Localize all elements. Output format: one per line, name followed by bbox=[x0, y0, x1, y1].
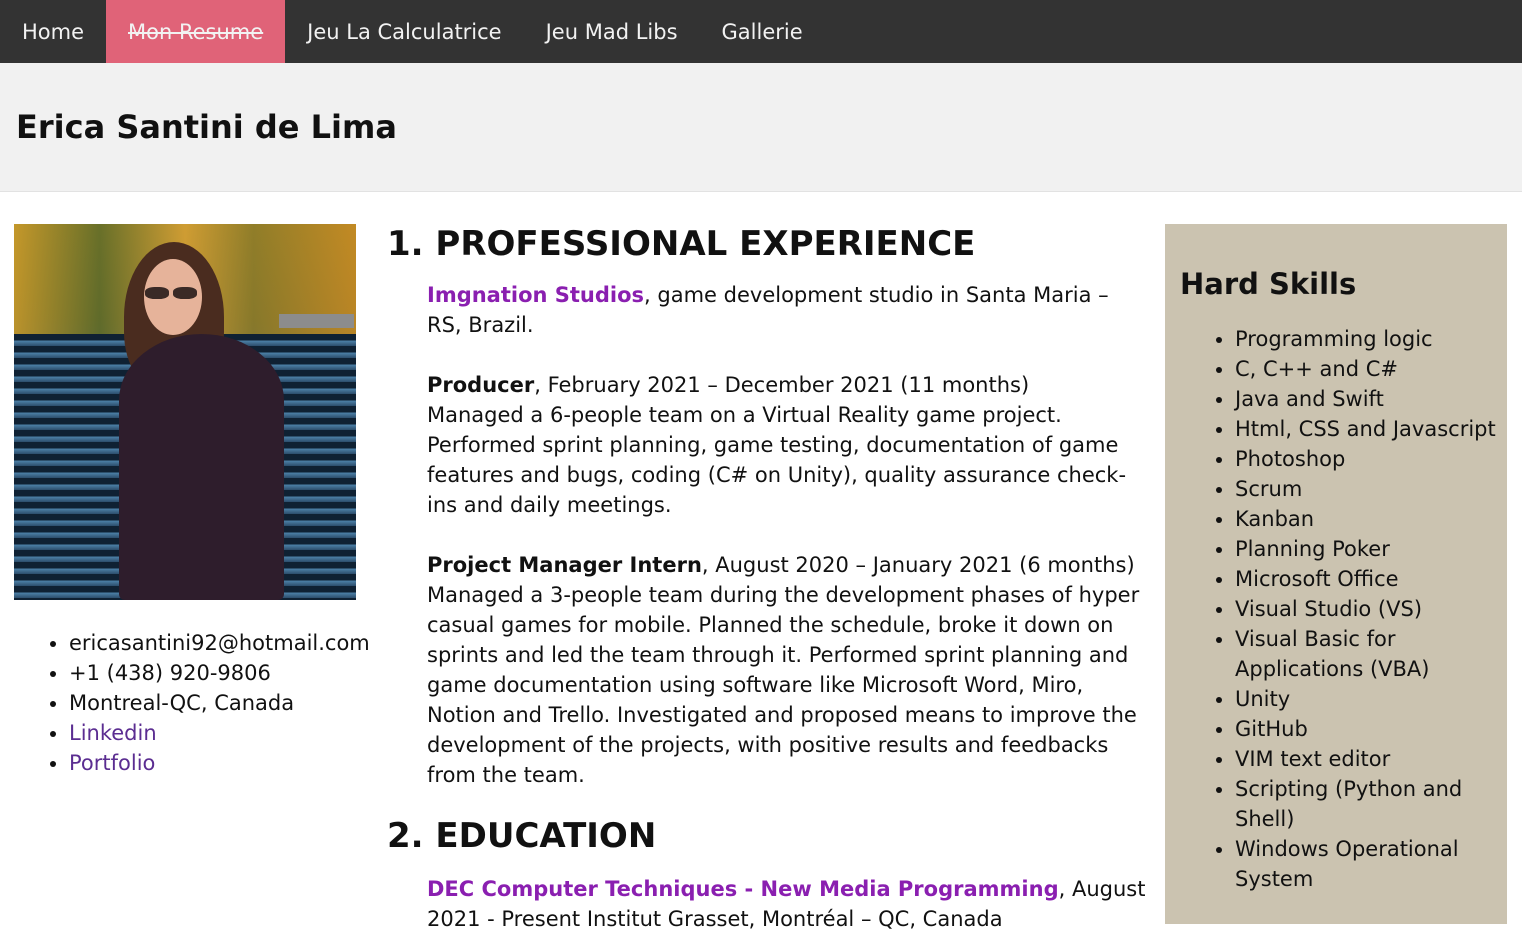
job2-title: Project Manager Intern bbox=[427, 553, 702, 577]
skill-item: Windows Operational System bbox=[1235, 834, 1505, 894]
skill-item: Planning Poker bbox=[1235, 534, 1505, 564]
page-title: Erica Santini de Lima bbox=[16, 108, 397, 146]
job2-header: Project Manager Intern, August 2020 – Ja… bbox=[427, 550, 1147, 580]
skills-list: Programming logic C, C++ and C# Java and… bbox=[1165, 324, 1505, 894]
skill-item: Programming logic bbox=[1235, 324, 1505, 354]
job1-title: Producer bbox=[427, 373, 535, 397]
job1-description: Managed a 6-people team on a Virtual Rea… bbox=[427, 403, 1127, 517]
education-line: DEC Computer Techniques - New Media Prog… bbox=[427, 874, 1147, 934]
resume-body: 1. PROFESSIONAL EXPERIENCE Imgnation Stu… bbox=[387, 222, 1147, 934]
job1-header: Producer, February 2021 – December 2021 … bbox=[427, 370, 1147, 400]
profile-photo bbox=[14, 224, 356, 600]
nav-home[interactable]: Home bbox=[0, 0, 106, 63]
skills-panel: Hard Skills Programming logic C, C++ and… bbox=[1165, 224, 1507, 924]
skill-item: Visual Studio (VS) bbox=[1235, 594, 1505, 624]
skill-item: GitHub bbox=[1235, 714, 1505, 744]
skill-item: Kanban bbox=[1235, 504, 1505, 534]
nav-jeu-mad-libs[interactable]: Jeu Mad Libs bbox=[524, 0, 700, 63]
linkedin-link[interactable]: Linkedin bbox=[69, 721, 157, 745]
skill-item: C, C++ and C# bbox=[1235, 354, 1505, 384]
contact-phone: +1 (438) 920-9806 bbox=[69, 658, 356, 688]
skill-item: Scripting (Python and Shell) bbox=[1235, 774, 1505, 834]
education-section: DEC Computer Techniques - New Media Prog… bbox=[427, 874, 1147, 934]
program-link[interactable]: DEC Computer Techniques - New Media Prog… bbox=[427, 877, 1059, 901]
nav-jeu-la-calculatrice[interactable]: Jeu La Calculatrice bbox=[285, 0, 523, 63]
skill-item: VIM text editor bbox=[1235, 744, 1505, 774]
company-link[interactable]: Imgnation Studios bbox=[427, 283, 644, 307]
skill-item: Photoshop bbox=[1235, 444, 1505, 474]
nav-mon-resume[interactable]: Mon Resume bbox=[106, 0, 286, 63]
skill-item: Scrum bbox=[1235, 474, 1505, 504]
experience-section: Imgnation Studios, game development stud… bbox=[427, 280, 1147, 790]
skill-item: Java and Swift bbox=[1235, 384, 1505, 414]
job2-description: Managed a 3-people team during the devel… bbox=[427, 583, 1140, 787]
main-content: ericasantini92@hotmail.com +1 (438) 920-… bbox=[0, 192, 1522, 934]
job1-period: , February 2021 – December 2021 (11 mont… bbox=[534, 373, 1030, 397]
skill-item: Html, CSS and Javascript bbox=[1235, 414, 1505, 444]
contact-email: ericasantini92@hotmail.com bbox=[69, 628, 370, 658]
skill-item: Unity bbox=[1235, 684, 1505, 714]
profile-column: ericasantini92@hotmail.com +1 (438) 920-… bbox=[14, 224, 370, 778]
contact-portfolio-item: Portfolio bbox=[69, 748, 356, 778]
photo-dock bbox=[279, 314, 354, 328]
experience-heading: 1. PROFESSIONAL EXPERIENCE bbox=[387, 224, 976, 264]
skill-item: Visual Basic for Applications (VBA) bbox=[1235, 624, 1505, 684]
portfolio-link[interactable]: Portfolio bbox=[69, 751, 155, 775]
page-header: Erica Santini de Lima bbox=[0, 63, 1522, 192]
photo-sunglasses bbox=[145, 284, 201, 299]
job2-period: , August 2020 – January 2021 (6 months) bbox=[701, 553, 1135, 577]
contact-linkedin-item: Linkedin bbox=[69, 718, 356, 748]
contact-location: Montreal-QC, Canada bbox=[69, 688, 356, 718]
contact-list: ericasantini92@hotmail.com +1 (438) 920-… bbox=[14, 628, 370, 778]
photo-coat bbox=[119, 334, 284, 600]
company-line: Imgnation Studios, game development stud… bbox=[427, 280, 1147, 340]
skills-heading: Hard Skills bbox=[1180, 267, 1357, 301]
nav-gallerie[interactable]: Gallerie bbox=[700, 0, 825, 63]
top-nav: Home Mon Resume Jeu La Calculatrice Jeu … bbox=[0, 0, 1522, 63]
education-heading: 2. EDUCATION bbox=[387, 816, 657, 856]
skill-item: Microsoft Office bbox=[1235, 564, 1505, 594]
